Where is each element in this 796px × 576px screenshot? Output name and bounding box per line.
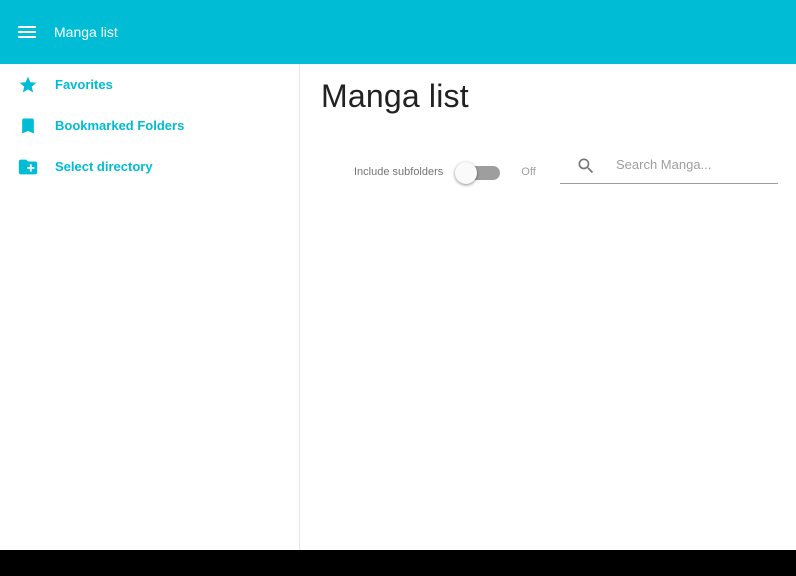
toggle-state-label: Off [521,166,536,178]
star-icon [0,64,55,105]
sidebar-item-label: Bookmarked Folders [55,118,185,133]
sidebar-item-select-directory[interactable]: Select directory [0,146,299,187]
app-bar-title: Manga list [54,24,118,40]
page-title: Manga list [321,78,469,114]
sidebar-item-label: Select directory [55,159,153,174]
folder-add-icon [0,146,55,187]
app-window: Manga list Favorites Bookmarked Folders [0,0,796,550]
include-subfolders-toggle[interactable] [455,159,503,185]
toggle-thumb[interactable] [455,162,478,184]
main-content: Manga list Include subfolders Off [300,64,796,550]
search-input[interactable] [616,149,776,180]
search-bar [560,146,778,184]
sidebar-item-favorites[interactable]: Favorites [0,64,299,105]
subfolders-toggle-row: Include subfolders Off [354,158,536,186]
sidebar-item-label: Favorites [55,77,113,92]
sidebar: Favorites Bookmarked Folders Select dire… [0,64,300,550]
menu-icon [18,26,36,38]
sidebar-item-bookmarked-folders[interactable]: Bookmarked Folders [0,105,299,146]
bookmark-icon [0,105,55,146]
menu-button[interactable] [0,0,54,64]
search-icon[interactable] [560,146,612,184]
top-app-bar: Manga list [0,0,796,64]
include-subfolders-label: Include subfolders [354,166,444,178]
